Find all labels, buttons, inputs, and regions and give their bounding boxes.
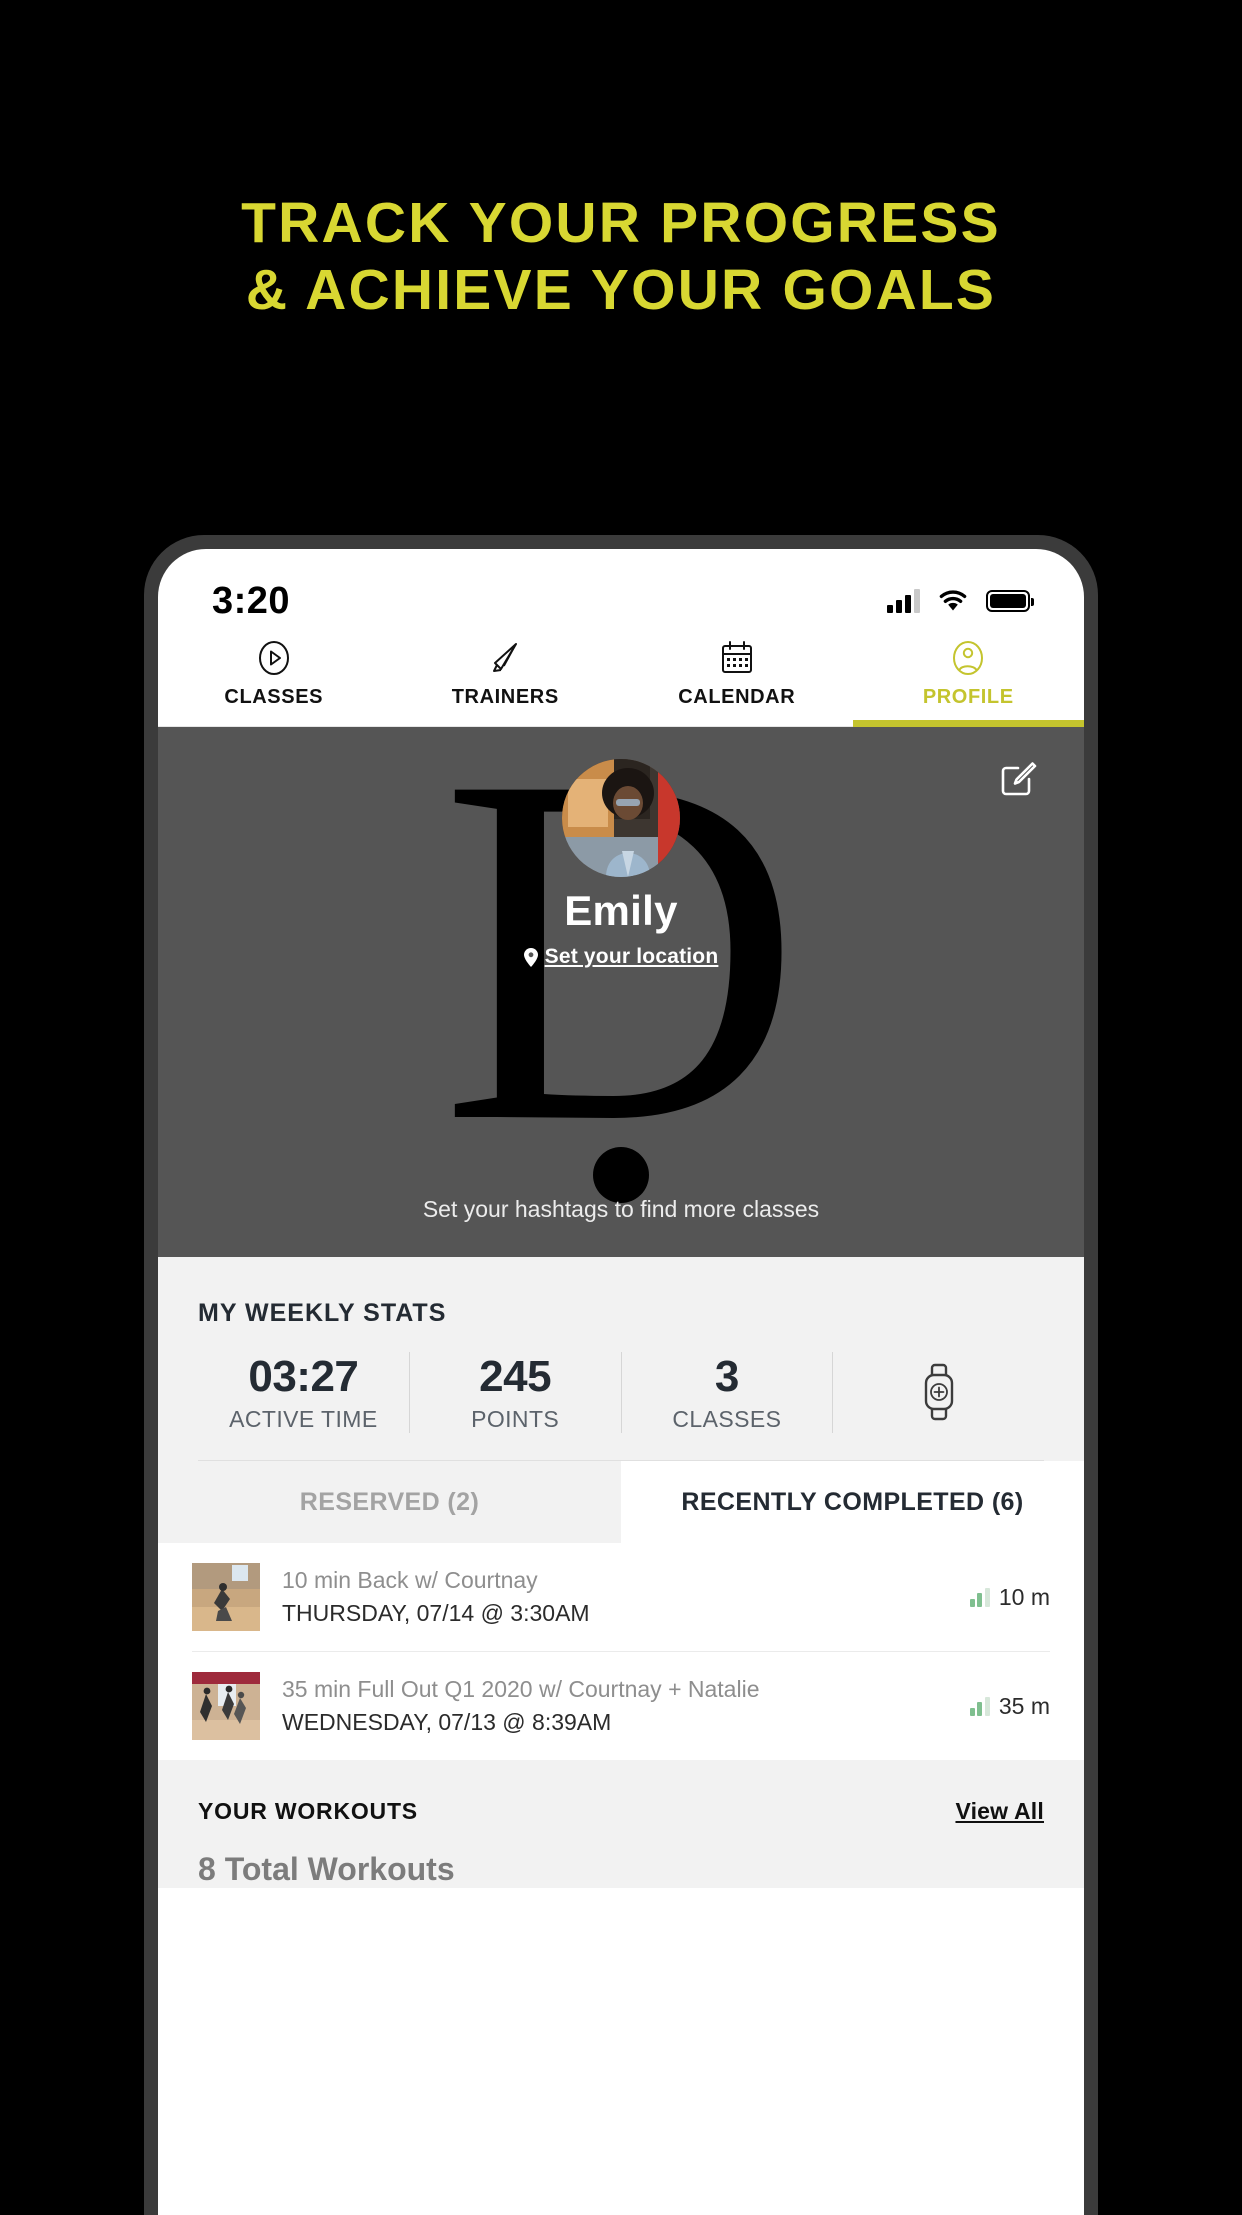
status-bar-time: 3:20 (212, 579, 291, 622)
your-workouts-section: YOUR WORKOUTS View All 8 Total Workouts (158, 1760, 1084, 1888)
tab-profile-label: PROFILE (922, 686, 1014, 708)
map-pin-icon (523, 947, 538, 967)
class-duration: 10 m (998, 1583, 1050, 1610)
stat-points-label: POINTS (471, 1405, 560, 1432)
class-date: WEDNESDAY, 07/13 @ 8:39AM (282, 1709, 612, 1735)
tab-trainers[interactable]: TRAINERS (390, 635, 622, 726)
status-bar-icons (887, 589, 1034, 613)
tab-calendar-label: CALENDAR (678, 686, 796, 708)
set-location-label: Set your location (544, 945, 719, 968)
phone-device-frame: 3:20 CLASSES TRAINERS CALENDAR PROFILE D… (144, 535, 1098, 2215)
calendar-icon (720, 639, 754, 677)
tab-classes[interactable]: CLASSES (158, 635, 390, 726)
weekly-stats-title: MY WEEKLY STATS (198, 1299, 447, 1327)
class-meta: 35 m (969, 1692, 1050, 1720)
class-tab-reserved-label: RESERVED (2) (299, 1487, 480, 1516)
promo-headline-line-1: TRACK YOUR PROGRESS (241, 191, 1001, 255)
class-meta: 10 m (969, 1583, 1050, 1611)
set-location-link[interactable]: Set your location (158, 945, 1084, 969)
wifi-icon (938, 590, 968, 612)
class-title: 10 min Back w/ Courtnay (282, 1567, 538, 1593)
battery-full-icon (986, 590, 1034, 612)
your-workouts-title: YOUR WORKOUTS (198, 1798, 418, 1824)
list-item[interactable]: 35 min Full Out Q1 2020 w/ Courtnay + Na… (192, 1652, 1050, 1760)
play-circle-icon (257, 639, 291, 677)
edit-pencil-square-icon (1001, 762, 1037, 796)
class-thumbnail-dancers (192, 1672, 260, 1740)
your-workouts-header: YOUR WORKOUTS View All (198, 1798, 1044, 1825)
weekly-stats-section: MY WEEKLY STATS 03:27 ACTIVE TIME 245 PO… (158, 1257, 1084, 1461)
user-avatar-photo (562, 759, 680, 877)
avatar[interactable] (562, 759, 680, 877)
intensity-bars-icon (969, 1696, 990, 1716)
stat-active-time-value: 03:27 (248, 1351, 359, 1401)
total-workouts-count: 8 Total Workouts (198, 1851, 455, 1887)
stat-classes-value: 3 (714, 1351, 739, 1401)
stat-classes-label: CLASSES (672, 1405, 782, 1432)
phone-screen: 3:20 CLASSES TRAINERS CALENDAR PROFILE D… (158, 549, 1084, 2215)
hashtag-dot (593, 1147, 649, 1203)
top-tab-bar: CLASSES TRAINERS CALENDAR PROFILE (158, 635, 1084, 727)
list-item[interactable]: 10 min Back w/ Courtnay THURSDAY, 07/14 … (192, 1543, 1050, 1652)
stat-classes: 3 CLASSES (622, 1351, 834, 1433)
megaphone-icon (486, 639, 524, 677)
class-duration: 35 m (998, 1692, 1050, 1719)
cellular-signal-icon (887, 589, 920, 613)
class-tab-reserved[interactable]: RESERVED (2) (158, 1461, 621, 1543)
promo-headline-line-2: & ACHIEVE YOUR GOALS (245, 258, 997, 322)
tab-calendar[interactable]: CALENDAR (621, 635, 853, 726)
stat-points-value: 245 (479, 1351, 552, 1401)
profile-name: Emily (564, 887, 678, 934)
stat-points: 245 POINTS (410, 1351, 622, 1433)
class-tabs: RESERVED (2) RECENTLY COMPLETED (6) (158, 1461, 1084, 1543)
add-watch-icon (924, 1363, 953, 1421)
tab-profile[interactable]: PROFILE (852, 635, 1084, 727)
class-list: 10 min Back w/ Courtnay THURSDAY, 07/14 … (158, 1543, 1084, 1760)
promo-headline: TRACK YOUR PROGRESS & ACHIEVE YOUR GOALS (0, 190, 1242, 324)
user-circle-icon (951, 639, 985, 677)
class-thumbnail-dancer (192, 1563, 260, 1631)
view-all-link[interactable]: View All (955, 1798, 1044, 1825)
edit-profile-button[interactable] (996, 757, 1040, 801)
hashtags-prompt[interactable]: Set your hashtags to find more classes (158, 1196, 1084, 1223)
tab-trainers-label: TRAINERS (451, 686, 559, 708)
class-tab-recently-completed-label: RECENTLY COMPLETED (6) (681, 1487, 1024, 1516)
stat-active-time: 03:27 ACTIVE TIME (198, 1351, 410, 1433)
class-tab-recently-completed[interactable]: RECENTLY COMPLETED (6) (621, 1461, 1084, 1543)
intensity-bars-icon (969, 1587, 990, 1607)
tab-active-underline (852, 720, 1084, 727)
status-bar: 3:20 (158, 549, 1084, 635)
class-title: 35 min Full Out Q1 2020 w/ Courtnay + Na… (282, 1676, 760, 1702)
class-text: 10 min Back w/ Courtnay THURSDAY, 07/14 … (282, 1567, 948, 1627)
profile-hero: D Emily Set your location Set your hasht… (158, 727, 1084, 1257)
tab-classes-label: CLASSES (224, 686, 324, 708)
class-text: 35 min Full Out Q1 2020 w/ Courtnay + Na… (282, 1676, 948, 1736)
class-date: THURSDAY, 07/14 @ 3:30AM (282, 1600, 590, 1626)
weekly-stats-row: 03:27 ACTIVE TIME 245 POINTS 3 CLASSES (198, 1328, 1044, 1461)
connect-watch-button[interactable] (833, 1350, 1044, 1434)
stat-active-time-label: ACTIVE TIME (229, 1405, 378, 1432)
